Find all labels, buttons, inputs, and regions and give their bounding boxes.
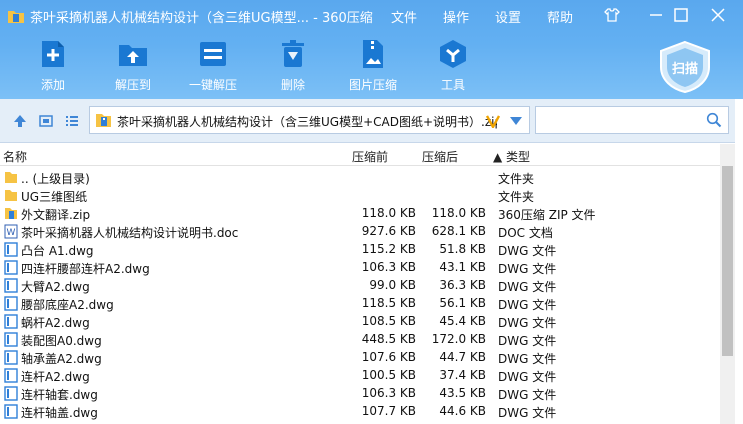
scan-label: 扫描: [672, 61, 698, 77]
list-item[interactable]: 外文翻译.zip 118.0 KB 118.0 KB 360压缩 ZIP 文件: [0, 204, 720, 222]
window-edge: [735, 99, 743, 424]
scan-shield-button[interactable]: 扫描: [656, 40, 714, 94]
delete-button[interactable]: 删除: [263, 38, 323, 93]
column-name[interactable]: 名称: [3, 148, 27, 165]
dwg-icon: [4, 332, 18, 347]
column-type[interactable]: ▲ 类型: [493, 148, 530, 165]
dwg-icon: [4, 314, 18, 329]
path-field[interactable]: 茶叶采摘机器人机械结构设计（含三维UG模型+CAD图纸+说明书）.zip: [89, 106, 530, 134]
list-item[interactable]: 装配图A0.dwg 448.5 KB 172.0 KB DWG 文件: [0, 330, 720, 348]
column-size[interactable]: 压缩前: [352, 148, 388, 165]
dwg-icon: [4, 242, 18, 257]
app-folder-icon: [8, 11, 24, 23]
toolbar: 添加 解压到 一键解压 删除 图片压缩 工具: [0, 38, 560, 96]
menu-settings[interactable]: 设置: [495, 7, 521, 26]
list-item[interactable]: 蜗杆A2.dwg 108.5 KB 45.4 KB DWG 文件: [0, 312, 720, 330]
column-compressed[interactable]: 压缩后: [422, 148, 458, 165]
tools-button[interactable]: 工具: [423, 38, 483, 93]
add-file-icon: [42, 41, 64, 67]
favorite-check-icon[interactable]: [486, 114, 500, 128]
extract-to-button[interactable]: 解压到: [103, 38, 163, 93]
list-item[interactable]: 连杆轴盖.dwg 107.7 KB 44.6 KB DWG 文件: [0, 402, 720, 420]
file-list: .. (上级目录) 文件夹 UG三维图纸 文件夹 外文翻译.zip 118.0 …: [0, 168, 720, 424]
dwg-icon: [4, 404, 18, 419]
dwg-icon: [4, 368, 18, 383]
vertical-scrollbar[interactable]: [720, 144, 735, 424]
list-item[interactable]: 连杆轴套.dwg 106.3 KB 43.5 KB DWG 文件: [0, 384, 720, 402]
list-item[interactable]: W 茶叶采摘机器人机械结构设计说明书.doc 927.6 KB 628.1 KB…: [0, 222, 720, 240]
skin-shirt-icon[interactable]: [603, 6, 621, 24]
list-item[interactable]: 连杆A2.dwg 100.5 KB 37.4 KB DWG 文件: [0, 366, 720, 384]
add-button[interactable]: 添加: [23, 38, 83, 93]
search-field[interactable]: [535, 106, 729, 134]
title-bar: 茶叶采摘机器人机械结构设计（含三维UG模型... - 360压缩 文件 操作 设…: [0, 0, 743, 30]
list-item[interactable]: .. (上级目录) 文件夹: [0, 168, 720, 186]
dwg-icon: [4, 296, 18, 311]
list-item[interactable]: 轴承盖A2.dwg 107.6 KB 44.7 KB DWG 文件: [0, 348, 720, 366]
one-click-extract-button[interactable]: 一键解压: [183, 38, 243, 93]
folder-icon: [5, 190, 17, 201]
up-arrow-icon[interactable]: [12, 113, 28, 129]
doc-icon: W: [4, 224, 18, 239]
zip-icon: [5, 208, 17, 219]
minimize-icon[interactable]: [647, 6, 665, 24]
trash-icon: [282, 40, 304, 67]
image-compress-button[interactable]: 图片压缩: [343, 38, 403, 93]
list-header: 名称 压缩前 压缩后 ▲ 类型: [0, 144, 720, 166]
menu-file[interactable]: 文件: [391, 7, 417, 26]
search-icon[interactable]: [706, 112, 722, 128]
list-item[interactable]: 凸台 A1.dwg 115.2 KB 51.8 KB DWG 文件: [0, 240, 720, 258]
list-item[interactable]: UG三维图纸 文件夹: [0, 186, 720, 204]
dwg-icon: [4, 350, 18, 365]
scrollbar-thumb[interactable]: [722, 166, 733, 356]
chevron-down-icon[interactable]: [510, 117, 522, 125]
extract-folder-icon: [119, 45, 147, 66]
tools-hexagon-icon: [440, 40, 466, 68]
thumbnail-view-icon[interactable]: [38, 113, 54, 129]
close-icon[interactable]: [709, 6, 727, 24]
folder-icon: [5, 172, 17, 183]
list-item[interactable]: 大臂A2.dwg 99.0 KB 36.3 KB DWG 文件: [0, 276, 720, 294]
list-item[interactable]: 腰部底座A2.dwg 118.5 KB 56.1 KB DWG 文件: [0, 294, 720, 312]
zip-archive-icon: [96, 114, 111, 127]
list-view-icon[interactable]: [64, 113, 80, 129]
one-click-extract-icon: [200, 42, 226, 66]
search-input[interactable]: [542, 112, 692, 128]
menu-help[interactable]: 帮助: [547, 7, 573, 26]
path-text: 茶叶采摘机器人机械结构设计（含三维UG模型+CAD图纸+说明书）.zip: [117, 115, 497, 129]
svg-text:W: W: [7, 228, 16, 238]
window-title: 茶叶采摘机器人机械结构设计（含三维UG模型... - 360压缩: [30, 11, 373, 26]
top-bar: 茶叶采摘机器人机械结构设计（含三维UG模型... - 360压缩 文件 操作 设…: [0, 0, 743, 99]
dwg-icon: [4, 260, 18, 275]
menu-operate[interactable]: 操作: [443, 7, 469, 26]
dwg-icon: [4, 386, 18, 401]
image-compress-icon: [363, 40, 383, 68]
maximize-icon[interactable]: [672, 6, 690, 24]
dwg-icon: [4, 278, 18, 293]
list-item[interactable]: 四连杆腰部连杆A2.dwg 106.3 KB 43.1 KB DWG 文件: [0, 258, 720, 276]
